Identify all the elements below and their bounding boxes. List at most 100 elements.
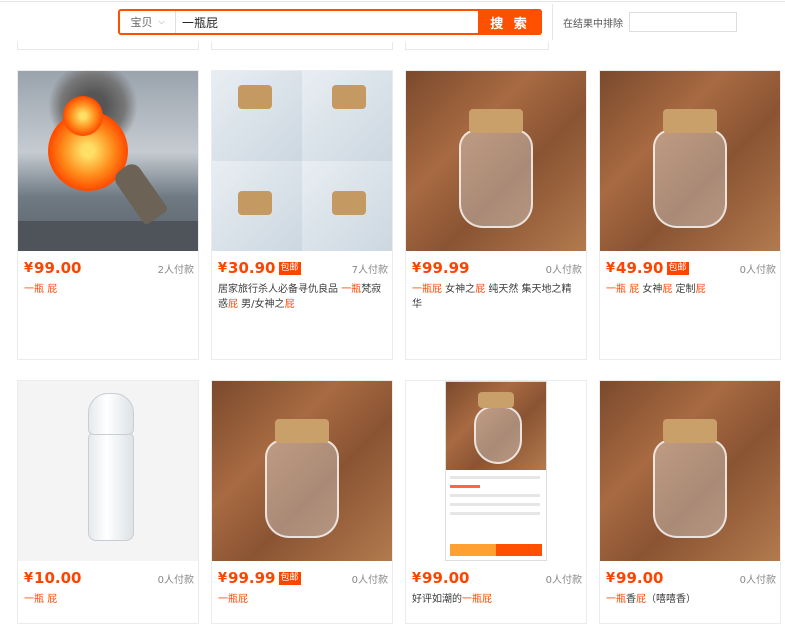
keyword-highlight: 一瓶屁 [462, 594, 492, 605]
price-row: ¥10.00 0人付款 [24, 568, 194, 588]
collage-photo [212, 161, 302, 251]
product-price: 99.99 [228, 569, 276, 587]
buyer-count: 0人付款 [739, 264, 776, 276]
collage-photo [212, 71, 302, 161]
top-divider [0, 1, 785, 2]
currency-symbol: ¥ [218, 570, 228, 586]
product-title-link[interactable]: 一瓶屁 [218, 592, 386, 607]
product-title-link[interactable]: 一瓶屁 女神之屁 纯天然 集天地之精华 [412, 282, 580, 312]
bottle-body [88, 431, 134, 541]
exclude-input[interactable] [629, 12, 737, 32]
product-card[interactable]: ¥49.90 包邮 0人付款 一瓶 屁 女神屁 定制屁 [599, 70, 781, 360]
jar-body [459, 129, 533, 228]
price-row: ¥99.00 0人付款 [606, 568, 776, 588]
buyer-count: 0人付款 [739, 574, 776, 586]
title-text: 女神之 [442, 284, 476, 295]
text-line [450, 476, 540, 479]
previous-row-card [405, 42, 549, 50]
exclude-label: 在结果中排除 [563, 18, 623, 30]
product-image[interactable] [212, 71, 392, 251]
keyword-highlight: 屁 [47, 284, 58, 295]
product-title-link[interactable]: 一瓶 屁 女神屁 定制屁 [606, 282, 774, 297]
price-row: ¥49.90 包邮 0人付款 [606, 258, 776, 278]
search-type-dropdown[interactable]: 宝贝 ⌵ [120, 11, 176, 33]
jar-photo-collage [212, 71, 392, 251]
product-price: 99.00 [34, 259, 82, 277]
previous-row-card [211, 42, 393, 50]
free-shipping-badge: 包邮 [666, 261, 689, 275]
product-price: 99.99 [422, 259, 470, 277]
phone-text-lines [450, 476, 540, 521]
glass-jar-image [451, 109, 541, 229]
product-card[interactable]: ¥99.00 0人付款一瓶香屁（嘻嘻香） [599, 380, 781, 624]
product-image[interactable] [600, 71, 780, 251]
ground-strip [18, 221, 198, 251]
product-title-link[interactable]: 一瓶 屁 [24, 282, 192, 297]
keyword-highlight: 屁 [475, 284, 486, 295]
free-shipping-badge: 包邮 [278, 261, 301, 275]
cork-stopper [332, 85, 366, 109]
product-card[interactable]: ¥99.00 2人付款一瓶 屁 [17, 70, 199, 360]
cork-stopper [332, 191, 366, 215]
collage-photo [302, 71, 392, 161]
glass-jar-image [645, 109, 735, 229]
buyer-count: 0人付款 [545, 264, 582, 276]
price-row: ¥99.99 包邮 0人付款 [218, 568, 388, 588]
keyword-highlight: 一瓶 [606, 594, 626, 605]
currency-symbol: ¥ [218, 260, 228, 276]
price-row: ¥99.00 2人付款 [24, 258, 194, 278]
person-figure [111, 160, 169, 226]
product-price: 30.90 [228, 259, 276, 277]
collage-photo [302, 161, 392, 251]
text-line [450, 503, 540, 506]
product-image[interactable] [18, 381, 198, 561]
jar-body [653, 129, 727, 228]
title-text: 女神 [639, 284, 663, 295]
title-text: 男/女神之 [238, 299, 285, 310]
buyer-count: 0人付款 [351, 574, 388, 586]
keyword-highlight: 一瓶 [24, 594, 44, 605]
currency-symbol: ¥ [24, 260, 34, 276]
product-card[interactable]: ¥99.99 0人付款 一瓶屁 女神之屁 纯天然 集天地之精华 [405, 70, 587, 360]
price-row: ¥30.90 包邮 7人付款 [218, 258, 388, 278]
currency-symbol: ¥ [606, 570, 616, 586]
fire-blast [63, 96, 103, 136]
keyword-highlight: 屁 [284, 299, 295, 310]
keyword-highlight: 屁 [432, 284, 442, 295]
cork-stopper [238, 85, 272, 109]
cork-stopper [663, 109, 717, 133]
keyword-highlight: 一瓶 [412, 284, 432, 295]
product-image[interactable] [406, 381, 586, 561]
product-title-link[interactable]: 一瓶香屁（嘻嘻香） [606, 592, 774, 607]
product-title-link[interactable]: 一瓶 屁 [24, 592, 192, 607]
product-card[interactable]: ¥99.99 包邮 0人付款一瓶屁 [211, 380, 393, 624]
glass-jar-image [645, 419, 735, 539]
search-button[interactable]: 搜 索 [478, 9, 542, 35]
keyword-highlight: 一瓶 [606, 284, 626, 295]
product-image[interactable] [212, 381, 392, 561]
buy-now-button-graphic [496, 544, 542, 556]
product-title-link[interactable]: 居家旅行杀人必备寻仇良品 一瓶梵寂惑屁 男/女神之屁 [218, 282, 386, 312]
previous-row-card [17, 42, 199, 50]
currency-symbol: ¥ [24, 570, 34, 586]
product-image[interactable] [406, 71, 586, 251]
cork-stopper [478, 392, 514, 408]
product-image[interactable] [18, 71, 198, 251]
product-image[interactable] [600, 381, 780, 561]
keyword-highlight: 屁 [228, 299, 238, 310]
chevron-down-icon: ⌵ [158, 17, 165, 26]
text-line [450, 485, 480, 488]
cork-stopper [275, 419, 329, 443]
title-text: 居家旅行杀人必备寻仇良品 [218, 284, 342, 295]
buyer-count: 0人付款 [545, 574, 582, 586]
exclude-filter: 在结果中排除 [552, 4, 737, 40]
product-card[interactable]: ¥30.90 包邮 7人付款居家旅行杀人必备寻仇良品 一瓶梵寂惑屁 男/女神之屁 [211, 70, 393, 360]
search-type-label: 宝贝 [130, 16, 153, 29]
keyword-highlight: 一瓶 [24, 284, 44, 295]
product-title-link[interactable]: 好评如潮的一瓶屁 [412, 592, 580, 607]
phone-product-photo [446, 382, 546, 470]
product-card[interactable]: ¥99.00 0人付款 好评如潮的一瓶屁 [405, 380, 587, 624]
product-card[interactable]: ¥10.00 0人付款一瓶 屁 [17, 380, 199, 624]
keyword-highlight: 一瓶 [341, 284, 362, 295]
buyer-count: 2人付款 [157, 264, 194, 276]
